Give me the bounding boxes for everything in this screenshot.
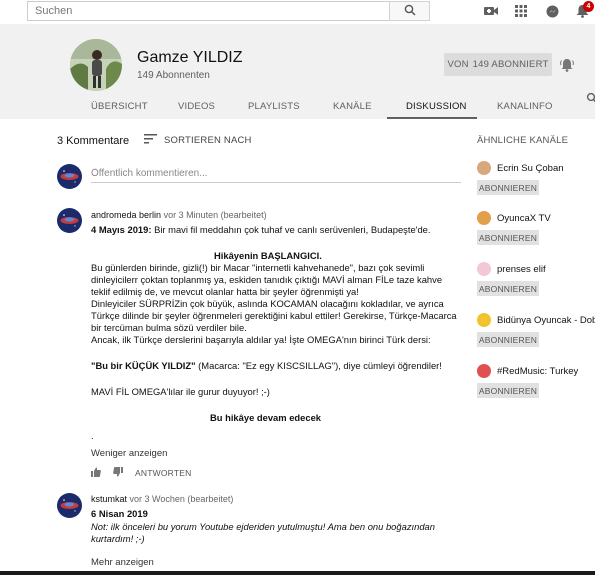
tab-videos[interactable]: VIDEOS: [178, 93, 215, 119]
tab-kanalinfo[interactable]: KANALINFO: [497, 93, 553, 119]
channel-avatar-icon: [477, 313, 491, 327]
comment-text-line: kurtardım! ;-): [91, 533, 145, 544]
related-channel-name: Ecrin Su Çoban: [497, 162, 564, 174]
comment-author-avatar[interactable]: [57, 208, 82, 233]
channel-search-icon[interactable]: [586, 92, 595, 107]
channel-avatar[interactable]: [70, 39, 122, 91]
tab-playlists[interactable]: PLAYLISTS: [248, 93, 300, 119]
related-channel-link[interactable]: Ecrin Su Çoban: [477, 160, 595, 176]
comment-omega-line: MAVİ FİL OMEGA'lılar ile gurur duyuyor! …: [91, 386, 270, 397]
quote-rest: (Macarca: "Ez egy KISCSILLAG"), diye cüm…: [195, 360, 442, 371]
reply-button[interactable]: ANTWORTEN: [135, 468, 191, 478]
comment-timestamp[interactable]: vor 3 Minuten (bearbeitet): [164, 210, 267, 220]
quote-phrase: "Bu bir KÜÇÜK YILDIZ": [91, 360, 196, 371]
tab-diskussion[interactable]: DISKUSSION: [406, 93, 467, 119]
search-box[interactable]: [27, 1, 389, 21]
channel-bell-icon[interactable]: [559, 57, 575, 73]
related-channel: prenses elif ABONNIEREN: [477, 261, 595, 296]
related-channel-link[interactable]: #RedMusic: Turkey: [477, 363, 595, 379]
comment-intro: Bir mavi fil meddahın çok tuhaf ve canlı…: [154, 224, 431, 235]
sort-icon: [144, 134, 164, 147]
like-icon[interactable]: [91, 467, 101, 480]
apps-icon[interactable]: [514, 4, 528, 18]
active-tab-indicator: [387, 117, 477, 119]
comment-author[interactable]: andromeda berlin: [91, 210, 161, 220]
subscribed-label: VON: [447, 59, 469, 70]
notification-badge: 4: [583, 1, 594, 12]
related-channel-name: OyuncaX TV: [497, 212, 551, 224]
comment-meta: kstumkat vor 3 Wochen (bearbeitet): [91, 494, 233, 504]
comment-date: 6 Nisan 2019: [91, 508, 148, 519]
comments-count: 3 Kommentare: [57, 135, 130, 147]
comment-dot: .: [91, 430, 94, 441]
search-button[interactable]: [389, 1, 430, 21]
channel-tabs: ÜBERSICHT VIDEOS PLAYLISTS KANÄLE DISKUS…: [0, 93, 595, 119]
subscribe-button[interactable]: ABONNIEREN: [477, 230, 539, 245]
related-channel-link[interactable]: prenses elif: [477, 261, 595, 277]
related-channel-name: Bidünya Oyuncak - Dob...: [497, 314, 595, 326]
channel-avatar-icon: [477, 364, 491, 378]
channel-avatar-icon: [477, 211, 491, 225]
comment-author-avatar[interactable]: [57, 493, 82, 518]
top-bar: 4: [0, 0, 595, 24]
story-continued: Bu hikâye devam edecek: [210, 412, 321, 423]
subscribe-button[interactable]: ABONNIEREN: [477, 180, 539, 195]
related-channel-link[interactable]: OyuncaX TV: [477, 210, 595, 226]
comment-paragraph-line: Ancak, ilk Türkçe derslerini başarıyla a…: [91, 334, 431, 345]
show-less-button[interactable]: Weniger anzeigen: [91, 448, 167, 459]
comment-actions: ANTWORTEN: [91, 466, 191, 480]
subscriber-count: 149 Abonnenten: [137, 70, 210, 81]
messages-icon[interactable]: [545, 4, 559, 18]
comment-paragraph-line: dinleyicilerr çoktan toplanmış ya, eskid…: [91, 274, 443, 285]
subscribed-button[interactable]: VON 149 ABONNIERT: [444, 53, 552, 76]
subscribe-button[interactable]: ABONNIEREN: [477, 281, 539, 296]
comment-timestamp[interactable]: vor 3 Wochen (bearbeitet): [130, 494, 234, 504]
related-channel: Bidünya Oyuncak - Dob... ABONNIEREN: [477, 312, 595, 347]
window-bottom-edge: [0, 571, 595, 575]
search-icon: [404, 4, 416, 19]
sort-label: SORTIEREN NACH: [164, 135, 252, 146]
channel-avatar-icon: [477, 161, 491, 175]
related-channel: Ecrin Su Çoban ABONNIEREN: [477, 160, 595, 195]
comment-text-line: Not: ilk önceleri bu yorum Youtube ejder…: [91, 521, 435, 532]
show-more-button[interactable]: Mehr anzeigen: [91, 557, 154, 568]
comment-paragraph-line: bir tercüman bulma sözü verdiler bile.: [91, 322, 247, 333]
user-avatar: [57, 164, 82, 189]
story-heading: Hikâyenin BAŞLANGICI.: [214, 250, 322, 261]
tab-uebersicht[interactable]: ÜBERSICHT: [91, 93, 148, 119]
comment-author[interactable]: kstumkat: [91, 494, 127, 504]
tab-kanaele[interactable]: KANÄLE: [333, 93, 372, 119]
comment-text-line: 4 Mayıs 2019: Bir mavi fil meddahın çok …: [91, 224, 431, 236]
subscribe-button[interactable]: ABONNIEREN: [477, 332, 539, 347]
comment-meta: andromeda berlin vor 3 Minuten (bearbeit…: [91, 210, 267, 220]
comment-paragraph-line: Dinleyiciler SÜRPRİZin çok büyük, aslınd…: [91, 298, 444, 309]
comment-paragraph-line: Türkçe dilinde bir şeyler öğrenmeleri ge…: [91, 310, 457, 321]
related-channel: #RedMusic: Turkey ABONNIEREN: [477, 363, 595, 398]
related-channel-name: #RedMusic: Turkey: [497, 365, 579, 377]
subscribed-count: 149 ABONNIERT: [472, 59, 549, 70]
search-input[interactable]: [28, 2, 389, 20]
related-channel-link[interactable]: Bidünya Oyuncak - Dob...: [477, 312, 595, 328]
comment-date: 4 Mayıs 2019:: [91, 224, 152, 235]
related-channel-name: prenses elif: [497, 263, 546, 275]
comment-paragraph-line: Bu günlerden birinde, gizli(!) bir Macar…: [91, 262, 425, 273]
channel-name: Gamze YILDIZ: [137, 49, 243, 66]
sort-button[interactable]: SORTIEREN NACH: [144, 134, 252, 147]
comment-quote-line: "Bu bir KÜÇÜK YILDIZ" (Macarca: "Ez egy …: [91, 360, 442, 372]
comment-input[interactable]: [91, 165, 461, 183]
comment-paragraph-line: teklif edilmiş de, ve mevcut olanlar hat…: [91, 286, 359, 297]
camera-icon[interactable]: [484, 4, 498, 18]
related-channel: OyuncaX TV ABONNIEREN: [477, 210, 595, 245]
channel-avatar-icon: [477, 262, 491, 276]
dislike-icon[interactable]: [113, 466, 123, 480]
subscribe-button[interactable]: ABONNIEREN: [477, 383, 539, 398]
channel-header: Gamze YILDIZ 149 Abonnenten VON 149 ABON…: [0, 24, 595, 119]
related-channels-title: ÄHNLICHE KANÄLE: [477, 135, 569, 146]
